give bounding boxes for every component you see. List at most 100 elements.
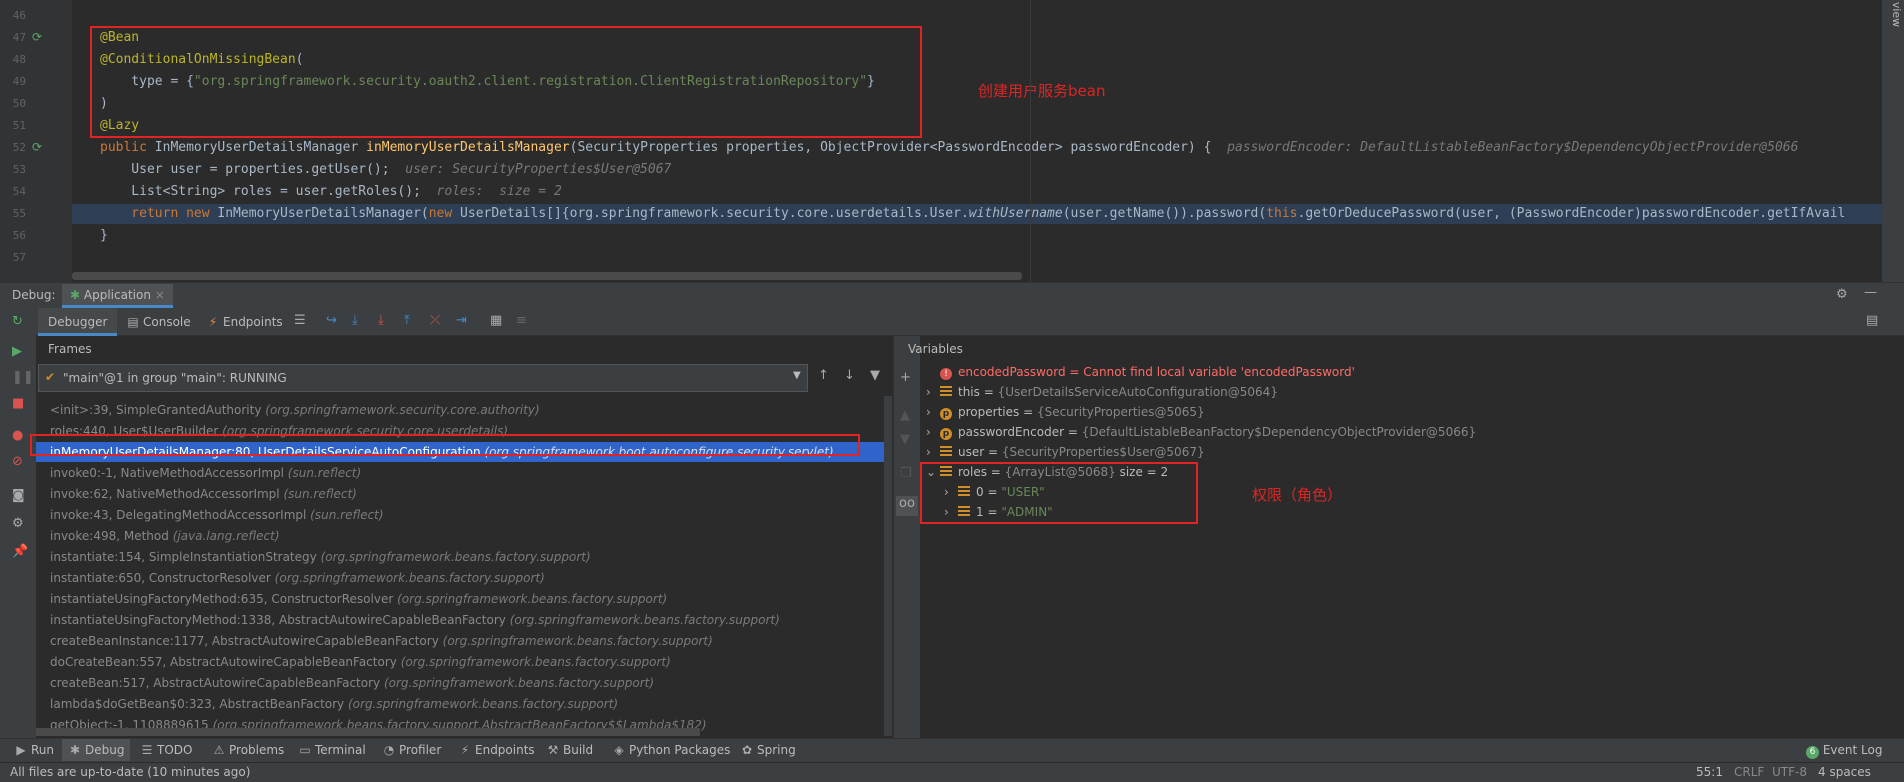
step-over-icon[interactable]: ⤓ [352, 313, 358, 328]
frame-package: (org.springframework.security.core.autho… [265, 403, 540, 417]
toolwindow-debug[interactable]: ✱ Debug [62, 739, 131, 761]
trace-icon[interactable]: ≡ [516, 313, 527, 328]
toolwindow-todo[interactable]: ☰ TODO [140, 743, 193, 757]
show-execution-point-icon[interactable]: ↪ [326, 313, 337, 328]
gear-icon[interactable]: ⚙ [1836, 287, 1848, 302]
layout-icon[interactable]: ▤ [1866, 313, 1878, 328]
tab-application[interactable]: ✱ Application × [62, 284, 173, 308]
step-into-icon[interactable]: ⤓ [378, 313, 384, 328]
tab-endpoints[interactable]: ⚡ Endpoints [206, 315, 283, 329]
frame-method: doCreateBean:557, AbstractAutowireCapabl… [50, 655, 397, 669]
toolwindow-icon: ✱ [69, 743, 81, 757]
editor-horizontal-scrollbar[interactable] [72, 272, 1022, 280]
bean-gutter-icon[interactable]: ⟳ [32, 30, 42, 44]
filter-icon[interactable]: ▼ [870, 368, 880, 383]
rerun-icon[interactable]: ↻ [12, 314, 23, 329]
frame-row[interactable]: <init>:39, SimpleGrantedAuthority (org.s… [50, 400, 540, 420]
stop-icon[interactable]: ■ [12, 396, 24, 411]
frame-method: createBean:517, AbstractAutowireCapableB… [50, 676, 381, 690]
close-icon[interactable]: × [155, 288, 165, 302]
indent-setting[interactable]: 4 spaces [1818, 765, 1871, 779]
variable-value: {DefaultListableBeanFactory$DependencyOb… [1081, 425, 1477, 439]
toolwindow-spring[interactable]: ✿ Spring [740, 743, 796, 757]
variable-name: encodedPassword [958, 365, 1066, 379]
thread-selector[interactable]: ✔ "main"@1 in group "main": RUNNING ▼ [38, 364, 808, 392]
menu-icon[interactable]: ☰ [294, 313, 306, 328]
minimize-icon[interactable]: — [1864, 285, 1877, 300]
frames-h-scrollbar[interactable] [36, 728, 700, 736]
glasses-icon[interactable]: oo [896, 496, 918, 516]
mute-breakpoints-icon[interactable]: ⊘ [12, 454, 23, 469]
line-number: 48 [12, 53, 26, 66]
event-log-button[interactable]: 6 Event Log [1806, 743, 1882, 759]
frame-row[interactable]: instantiateUsingFactoryMethod:635, Const… [50, 589, 667, 609]
variables-panel: Variables ! encodedPassword = Cannot find… [908, 336, 1904, 738]
evaluate-icon[interactable]: ▦ [490, 313, 502, 328]
line-separator[interactable]: CRLF [1734, 765, 1764, 779]
frame-package: (org.springframework.beans.factory.suppo… [383, 676, 655, 690]
frames-scrollbar[interactable] [884, 396, 892, 736]
debug-side-toolbar: ↻ ▶ ❚❚ ■ ● ⊘ ◙ ⚙ 📌 [0, 308, 36, 738]
move-down-icon[interactable]: ▼ [900, 432, 910, 447]
drop-frame-icon[interactable]: ⤫ [430, 313, 440, 328]
step-out-icon[interactable]: ⤒ [404, 313, 410, 328]
run-to-cursor-icon[interactable]: ⇥ [456, 313, 467, 328]
resume-icon[interactable]: ▶ [12, 344, 22, 359]
tab-console[interactable]: ▤ Console [126, 315, 190, 329]
file-encoding[interactable]: UTF-8 [1772, 765, 1807, 779]
line-number: 46 [12, 9, 26, 22]
frame-row[interactable]: invoke0:-1, NativeMethodAccessorImpl (su… [50, 463, 361, 483]
chevron-right-icon[interactable]: › [926, 402, 940, 422]
frame-row[interactable]: doCreateBean:557, AbstractAutowireCapabl… [50, 652, 671, 672]
chevron-right-icon[interactable]: › [926, 382, 940, 402]
frame-row[interactable]: lambda$doGetBean$0:323, AbstractBeanFact… [50, 694, 618, 714]
chevron-right-icon[interactable]: › [926, 422, 940, 442]
move-up-icon[interactable]: ▲ [900, 408, 910, 423]
frame-row[interactable]: instantiateUsingFactoryMethod:1338, Abst… [50, 610, 780, 630]
frame-package: (java.lang.reflect) [172, 529, 280, 543]
toolwindow-run[interactable]: ▶ Run [14, 743, 54, 757]
pin-icon[interactable]: 📌 [12, 544, 28, 559]
variable-row[interactable]: ! encodedPassword = Cannot find local var… [926, 362, 1355, 382]
toolwindow-label: Profiler [399, 743, 442, 757]
frame-row[interactable]: createBean:517, AbstractAutowireCapableB… [50, 673, 654, 693]
duplicate-icon[interactable]: ❐ [900, 466, 912, 481]
toolwindow-python-packages[interactable]: ◈ Python Packages [612, 743, 730, 757]
caret-position[interactable]: 55:1 [1696, 765, 1723, 779]
frame-row[interactable]: invoke:43, DelegatingMethodAccessorImpl … [50, 505, 384, 525]
line-number: 50 [12, 97, 26, 110]
toolwindow-label: Problems [229, 743, 285, 757]
view-breakpoints-icon[interactable]: ● [12, 428, 23, 443]
parameter-icon: p [940, 408, 952, 420]
chevron-right-icon[interactable]: › [926, 442, 940, 462]
line-number: 53 [12, 163, 26, 176]
variable-row[interactable]: › this = {UserDetailsServiceAutoConfigura… [926, 382, 1278, 402]
frame-row[interactable]: invoke:62, NativeMethodAccessorImpl (sun… [50, 484, 357, 504]
code-editor[interactable]: 46 47 48 49 50 51 52 53 54 55 56 57 ⟳ ⟳ @Bean @Conditi… [0, 0, 1904, 282]
event-log-badge: 6 [1806, 746, 1819, 759]
variable-row[interactable]: › p passwordEncoder = {DefaultListableBean… [926, 422, 1476, 442]
variable-row[interactable]: › user = {SecurityProperties$User@5067} [926, 442, 1205, 462]
code-token: (SecurityProperties properties, ObjectPr… [569, 140, 1228, 155]
bean-gutter-icon[interactable]: ⟳ [32, 140, 42, 154]
add-watch-icon[interactable]: + [900, 370, 911, 385]
camera-icon[interactable]: ◙ [12, 488, 25, 503]
settings-icon[interactable]: ⚙ [12, 516, 24, 531]
tab-debugger[interactable]: Debugger [38, 308, 118, 336]
toolwindow-endpoints[interactable]: ⚡ Endpoints [458, 743, 535, 757]
arrow-up-icon[interactable]: ↑ [818, 368, 829, 383]
toolwindow-profiler[interactable]: ◔ Profiler [382, 743, 442, 757]
frame-row[interactable]: instantiate:154, SimpleInstantiationStra… [50, 547, 591, 567]
side-tool-label[interactable]: view [1890, 2, 1903, 27]
frame-method: invoke0:-1, NativeMethodAccessorImpl [50, 466, 284, 480]
toolwindow-problems[interactable]: ⚠ Problems [212, 743, 285, 757]
variable-row[interactable]: › p properties = {SecurityProperties@5065} [926, 402, 1205, 422]
toolwindow-build[interactable]: ⚒ Build [546, 743, 594, 757]
frame-row[interactable]: instantiate:650, ConstructorResolver (or… [50, 568, 545, 588]
arrow-down-icon[interactable]: ↓ [844, 368, 855, 383]
code-token: .getOrDeducePassword(user, (PasswordEnco… [1297, 206, 1846, 221]
frame-row[interactable]: createBeanInstance:1177, AbstractAutowir… [50, 631, 713, 651]
toolwindow-terminal[interactable]: ▭ Terminal [298, 743, 365, 757]
frame-row[interactable]: invoke:498, Method (java.lang.reflect) [50, 526, 280, 546]
pause-icon[interactable]: ❚❚ [12, 370, 34, 385]
